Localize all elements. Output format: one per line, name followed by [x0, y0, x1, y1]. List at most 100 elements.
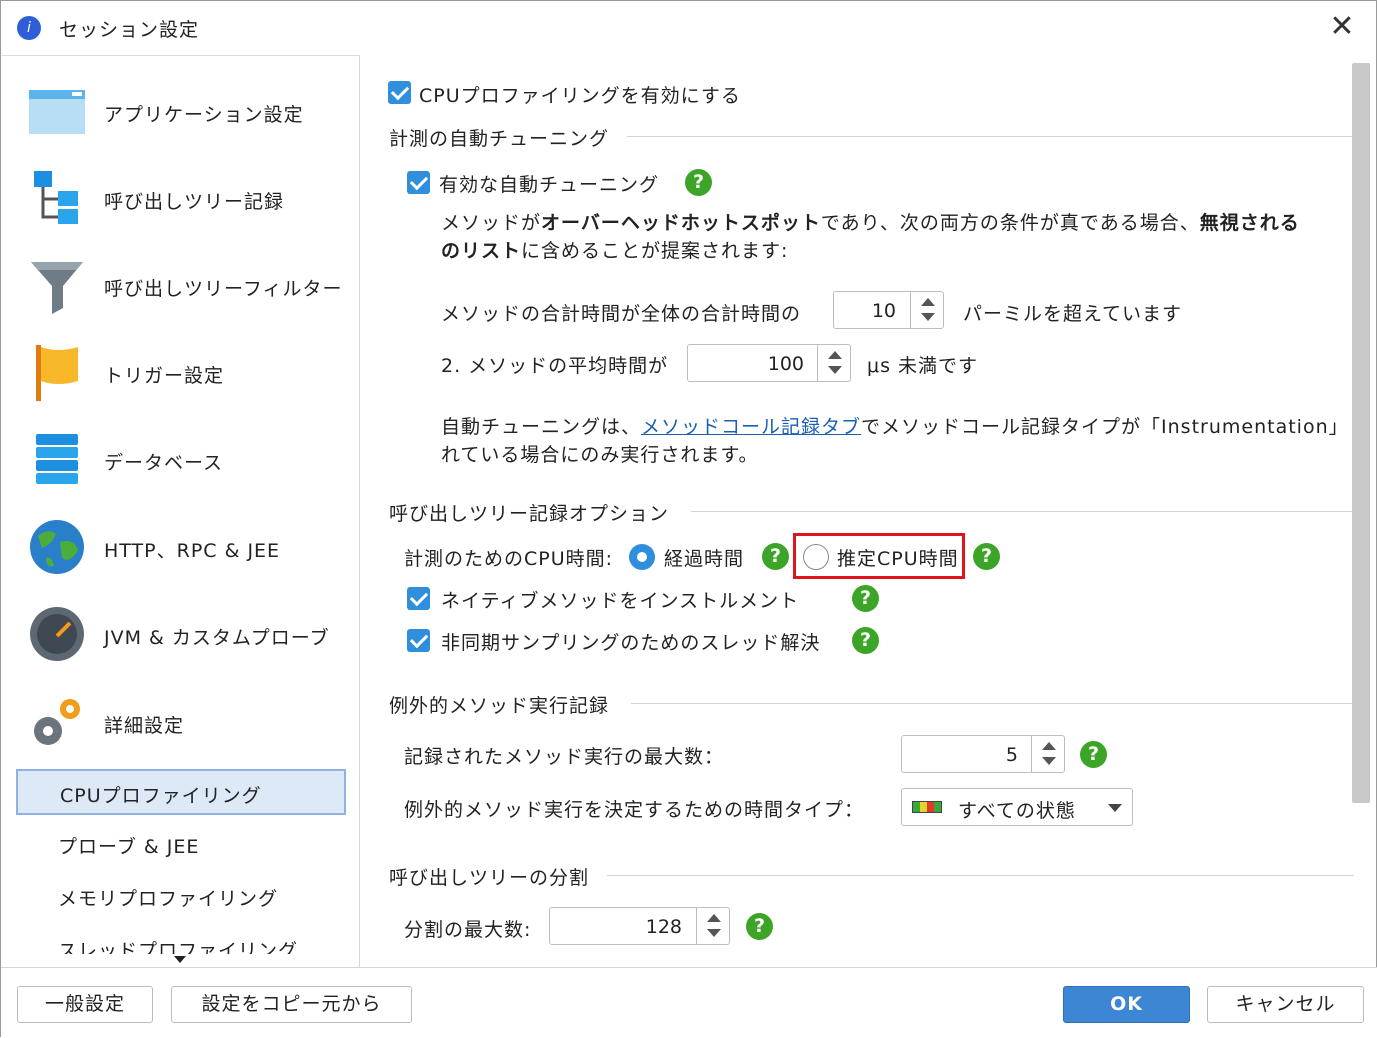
spinner-arrows[interactable] — [910, 292, 944, 328]
gauge-icon — [30, 607, 84, 661]
max-recorded-runs-label: 記録されたメソッド実行の最大数： — [404, 746, 725, 768]
section-title-call-tree-options: 呼び出しツリー記録オプション — [389, 503, 670, 525]
chevron-down-icon — [1108, 804, 1122, 812]
spin-down-icon[interactable] — [921, 313, 935, 321]
auto-tuning-description-line1: メソッドがオーバーヘッドホットスポットであり、次の両方の条件が真である場合、無視… — [441, 208, 1353, 235]
spinner-value: 5 — [1005, 744, 1018, 766]
elapsed-time-radio[interactable] — [629, 544, 655, 570]
sidebar-item-label: 呼び出しツリーフィルター — [104, 278, 343, 300]
enable-cpu-checkbox[interactable] — [388, 81, 411, 104]
method-call-recording-tab-link[interactable]: メソッドコール記録タブ — [641, 416, 861, 438]
sidebar-item-label: CPUプロファイリング — [60, 785, 262, 807]
divider — [631, 703, 1354, 704]
flag-icon — [36, 345, 78, 401]
section-title-exceptional-method-runs: 例外的メソッド実行記録 — [389, 695, 610, 717]
sidebar-item-label: データベース — [104, 452, 224, 474]
divider — [607, 875, 1354, 876]
time-type-select[interactable]: すべての状態 — [901, 788, 1133, 826]
auto-tuning-checkbox[interactable] — [407, 171, 430, 194]
help-icon[interactable]: ? — [685, 169, 712, 196]
spin-down-icon[interactable] — [707, 929, 721, 937]
sidebar-item-database[interactable]: データベース — [2, 418, 359, 498]
application-window-icon — [29, 90, 85, 134]
globe-icon — [30, 520, 84, 574]
title-bar: i セッション設定 ✕ — [1, 1, 1376, 55]
instrument-native-methods-label: ネイティブメソッドをインストルメント — [441, 590, 800, 612]
sidebar-item-label: JVM & カスタムプローブ — [104, 627, 330, 649]
spin-down-icon[interactable] — [1042, 757, 1056, 765]
help-icon[interactable]: ? — [973, 543, 1000, 570]
sidebar-item-call-tree-filters[interactable]: 呼び出しツリーフィルター — [2, 244, 359, 324]
sidebar-item-memory-profiling[interactable]: メモリプロファイリング — [16, 874, 346, 918]
spinner-value: 100 — [767, 353, 804, 375]
sidebar-item-http-rpc-jee[interactable]: HTTP、RPC & JEE — [2, 506, 359, 586]
cpu-time-label: 計測のためのCPU時間: — [404, 548, 614, 570]
condition1-suffix: パーミルを超えています — [963, 303, 1183, 325]
sidebar-item-probes-jee[interactable]: プローブ & JEE — [16, 822, 346, 866]
total-time-threshold-spinner[interactable]: 10 — [833, 291, 944, 329]
note-text: 自動チューニングは、 — [441, 416, 642, 438]
average-time-threshold-spinner[interactable]: 100 — [687, 344, 851, 382]
thread-state-colors-icon — [912, 801, 942, 813]
sidebar-item-cpu-profiling[interactable]: CPUプロファイリング — [16, 769, 346, 815]
cancel-button[interactable]: キャンセル — [1207, 986, 1364, 1023]
instrument-native-methods-checkbox[interactable] — [407, 587, 430, 610]
desc-bold: オーバーヘッドホットスポット — [541, 212, 821, 234]
sidebar-item-jvm-custom-probes[interactable]: JVM & カスタムプローブ — [2, 593, 359, 673]
estimated-cpu-time-label: 推定CPU時間 — [837, 548, 959, 570]
sidebar-item-thread-profiling[interactable]: スレッドプロファイリング — [16, 926, 346, 954]
sidebar-item-call-tree-recording[interactable]: 呼び出しツリー記録 — [2, 157, 359, 237]
app-logo-icon: i — [17, 16, 41, 40]
sidebar-item-application-settings[interactable]: アプリケーション設定 — [2, 70, 359, 150]
spin-down-icon[interactable] — [828, 366, 842, 374]
estimated-cpu-time-radio[interactable] — [803, 544, 829, 570]
spin-up-icon[interactable] — [828, 351, 842, 359]
copy-settings-from-button[interactable]: 設定をコピー元から — [171, 986, 412, 1023]
sidebar-item-trigger-settings[interactable]: トリガー設定 — [2, 331, 359, 411]
help-icon[interactable]: ? — [762, 543, 789, 570]
session-settings-dialog: i セッション設定 ✕ アプリケーション設定 呼び出しツリー記録 呼び出しツリー… — [0, 0, 1377, 1038]
desc-text: に含めることが提案されます: — [521, 240, 789, 262]
spinner-arrows[interactable] — [817, 345, 851, 381]
spinner-arrows[interactable] — [696, 908, 730, 944]
help-icon[interactable]: ? — [852, 627, 879, 654]
help-icon[interactable]: ? — [1080, 741, 1107, 768]
help-icon[interactable]: ? — [852, 585, 879, 612]
spinner-value: 10 — [871, 300, 896, 322]
database-icon — [36, 434, 78, 484]
close-icon[interactable]: ✕ — [1325, 9, 1359, 45]
spin-up-icon[interactable] — [1042, 742, 1056, 750]
desc-bold: 無視される — [1199, 212, 1300, 234]
scroll-down-arrow-icon[interactable] — [174, 956, 186, 963]
spinner-arrows[interactable] — [1031, 736, 1065, 772]
spin-up-icon[interactable] — [707, 914, 721, 922]
auto-tuning-note-line1: 自動チューニングは、メソッドコール記録タブでメソッドコール記録タイプが「Inst… — [441, 412, 1353, 439]
max-splits-spinner[interactable]: 128 — [549, 907, 730, 945]
auto-tuning-note-line2: れている場合にのみ実行されます。 — [441, 444, 759, 466]
gears-icon — [34, 699, 80, 745]
divider — [691, 511, 1354, 512]
general-settings-button[interactable]: 一般設定 — [17, 986, 153, 1023]
vertical-scrollbar[interactable] — [1352, 63, 1370, 803]
condition1-label: メソッドの合計時間が全体の合計時間の — [441, 303, 802, 325]
condition2-suffix: μs 未満です — [867, 355, 979, 377]
sidebar-item-label: スレッドプロファイリング — [58, 940, 299, 954]
spin-up-icon[interactable] — [921, 298, 935, 306]
max-recorded-runs-spinner[interactable]: 5 — [901, 735, 1065, 773]
time-type-value: すべての状態 — [958, 800, 1076, 822]
sidebar-item-advanced-settings[interactable]: 詳細設定 — [2, 681, 359, 761]
help-icon[interactable]: ? — [746, 913, 773, 940]
settings-sidebar: アプリケーション設定 呼び出しツリー記録 呼び出しツリーフィルター トリガー設定 — [2, 55, 360, 967]
async-thread-resolution-label: 非同期サンプリングのためのスレッド解決 — [441, 632, 821, 654]
funnel-icon — [31, 262, 83, 314]
ok-button[interactable]: OK — [1063, 986, 1190, 1023]
elapsed-time-label: 経過時間 — [664, 548, 745, 570]
enable-cpu-label: CPUプロファイリングを有効にする — [419, 85, 741, 107]
max-splits-label: 分割の最大数: — [404, 919, 532, 941]
time-type-label: 例外的メソッド実行を決定するための時間タイプ： — [404, 799, 865, 821]
async-thread-resolution-checkbox[interactable] — [407, 629, 430, 652]
sidebar-item-label: 呼び出しツリー記録 — [104, 191, 285, 213]
sidebar-item-label: HTTP、RPC & JEE — [104, 540, 281, 562]
spinner-value: 128 — [645, 916, 682, 938]
condition2-label: 2. メソッドの平均時間が — [441, 355, 669, 377]
